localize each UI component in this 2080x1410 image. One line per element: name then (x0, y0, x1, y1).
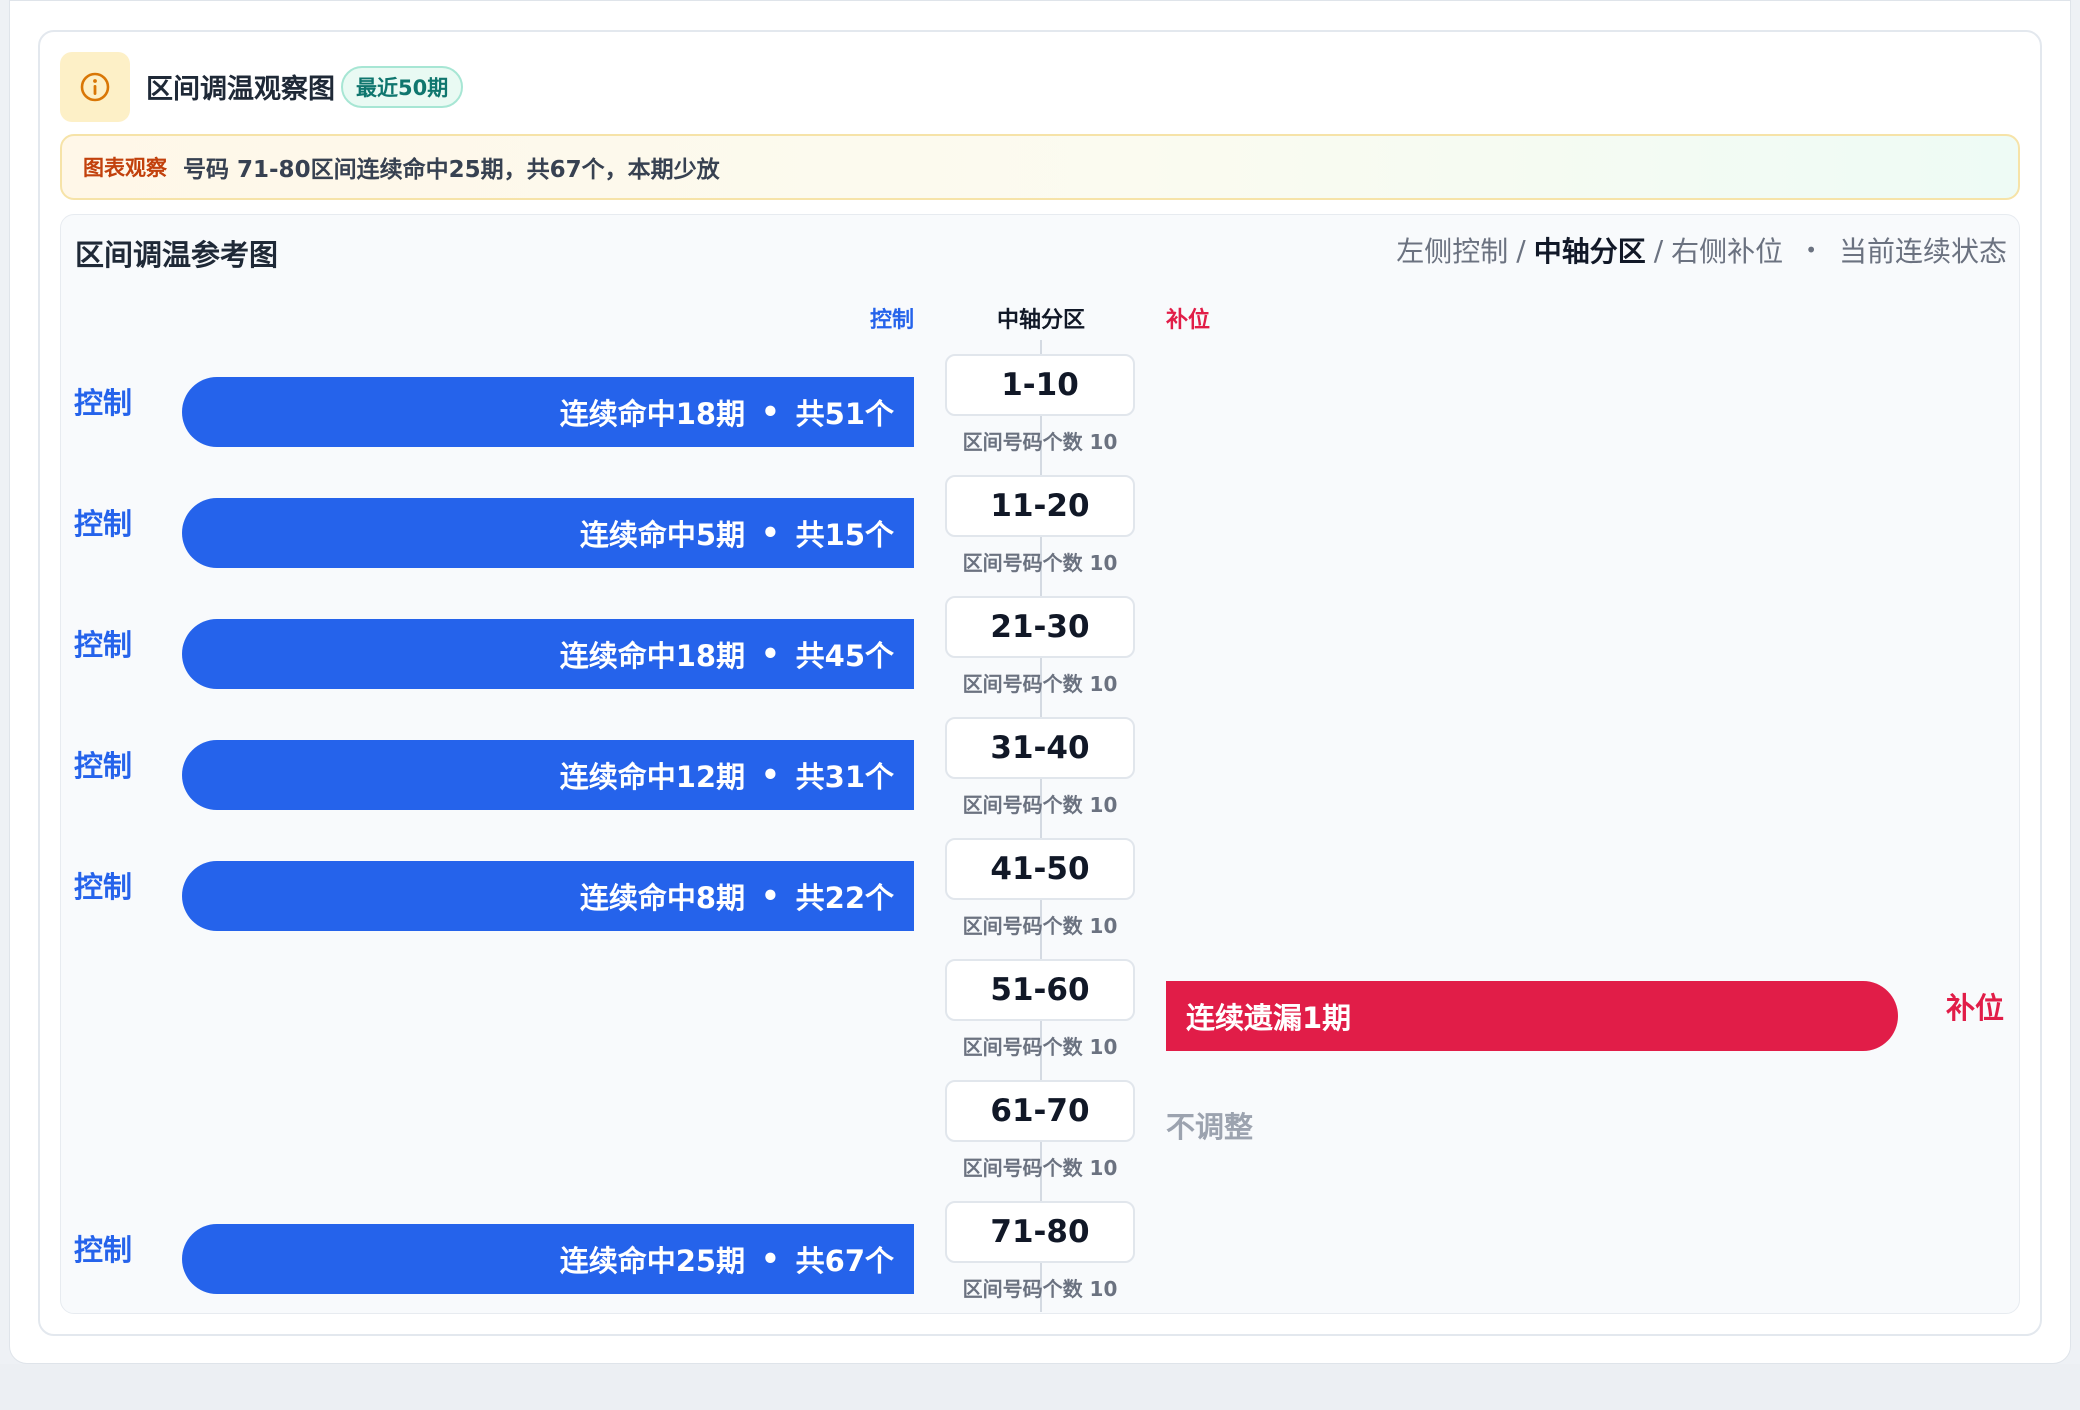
zone-range: 51-60 (945, 959, 1135, 1021)
streak-text: 连续命中18期 (559, 397, 746, 431)
zone-range: 41-50 (945, 838, 1135, 900)
total-text: 共15个 (795, 518, 894, 552)
zone-count: 区间号码个数 10 (962, 672, 1118, 696)
control-bar: 连续命中18期 • 共51个 (182, 377, 914, 447)
bar-dot: • (761, 1242, 780, 1276)
legend-separator: / (1516, 233, 1526, 267)
zone-range: 1-10 (945, 354, 1135, 416)
zone-range: 21-30 (945, 596, 1135, 658)
control-bar: 连续命中5期 • 共15个 (182, 498, 914, 568)
observation-label: 图表观察 (83, 156, 167, 180)
control-label: 控制 (74, 870, 133, 904)
zone-count: 区间号码个数 10 (962, 1277, 1118, 1301)
fill-label: 补位 (1946, 991, 2005, 1025)
panel-title: 区间调温参考图 (75, 238, 279, 272)
legend-dot: • (1805, 238, 1817, 262)
fill-bar: 连续遗漏1期 (1166, 981, 1898, 1051)
streak-text: 连续命中5期 (579, 518, 746, 552)
streak-text: 连续命中18期 (559, 639, 746, 673)
zone-range: 31-40 (945, 717, 1135, 779)
legend-separator: / (1653, 233, 1664, 267)
bar-dot: • (761, 637, 780, 671)
legend-right: 右侧补位 (1671, 235, 1784, 268)
period-badge: 最近50期 (341, 66, 464, 108)
zone-range: 61-70 (945, 1080, 1135, 1142)
control-label: 控制 (74, 386, 133, 420)
zone-row: 控制 连续命中12期 • 共31个 31-40 区间号码个数 10 (0, 703, 2080, 823)
total-text: 共45个 (795, 639, 894, 673)
zone-count: 区间号码个数 10 (962, 551, 1118, 575)
zone-count: 区间号码个数 10 (962, 430, 1118, 454)
miss-streak-text: 连续遗漏1期 (1186, 1001, 1352, 1035)
legend-center: 中轴分区 (1533, 235, 1646, 268)
streak-text: 连续命中8期 (579, 881, 746, 915)
zone-row: 控制 连续命中5期 • 共15个 11-20 区间号码个数 10 (0, 461, 2080, 581)
control-label: 控制 (74, 628, 133, 662)
zone-count: 区间号码个数 10 (962, 914, 1118, 938)
control-label: 控制 (74, 507, 133, 541)
zone-row: 控制 连续命中25期 • 共67个 71-80 区间号码个数 10 (0, 1187, 2080, 1307)
streak-text: 连续命中12期 (559, 760, 746, 794)
total-text: 共31个 (795, 760, 894, 794)
total-text: 共51个 (795, 397, 894, 431)
page-bottom-strip (0, 1364, 2080, 1410)
legend-left: 左侧控制 (1396, 235, 1509, 268)
zone-row: 51-60 区间号码个数 10 连续遗漏1期 补位 (0, 945, 2080, 1065)
no-adjust-label: 不调整 (1166, 1110, 1254, 1144)
streak-text: 连续命中25期 (559, 1244, 746, 1278)
control-bar: 连续命中18期 • 共45个 (182, 619, 914, 689)
bar-dot: • (761, 516, 780, 550)
zone-row: 控制 连续命中8期 • 共22个 41-50 区间号码个数 10 (0, 824, 2080, 944)
zone-range: 11-20 (945, 475, 1135, 537)
total-text: 共67个 (795, 1244, 894, 1278)
info-badge (60, 52, 130, 122)
column-header-fill: 补位 (1166, 308, 1211, 333)
zone-row: 控制 连续命中18期 • 共45个 21-30 区间号码个数 10 (0, 582, 2080, 702)
zone-count: 区间号码个数 10 (962, 1156, 1118, 1180)
control-bar: 连续命中12期 • 共31个 (182, 740, 914, 810)
zone-row: 控制 连续命中18期 • 共51个 1-10 区间号码个数 10 (0, 340, 2080, 460)
control-bar: 连续命中25期 • 共67个 (182, 1224, 914, 1294)
zone-range: 71-80 (945, 1201, 1135, 1263)
observation-banner: 图表观察 号码 71-80区间连续命中25期，共67个，本期少放 (60, 134, 2020, 200)
zone-count: 区间号码个数 10 (962, 1035, 1118, 1059)
bar-dot: • (761, 758, 780, 792)
legend-state: 当前连续状态 (1838, 235, 2007, 268)
control-bar: 连续命中8期 • 共22个 (182, 861, 914, 931)
zone-count: 区间号码个数 10 (962, 793, 1118, 817)
control-label: 控制 (74, 1233, 133, 1267)
bar-dot: • (761, 879, 780, 913)
bar-dot: • (761, 395, 780, 429)
control-label: 控制 (74, 749, 133, 783)
observation-text: 号码 71-80区间连续命中25期，共67个，本期少放 (183, 157, 720, 183)
chart-legend: 左侧控制 / 中轴分区 / 右侧补位 • 当前连续状态 (1396, 230, 2007, 270)
zone-row: 61-70 区间号码个数 10 不调整 (0, 1066, 2080, 1186)
page-title: 区间调温观察图 (146, 74, 335, 105)
column-header-control: 控制 (869, 308, 914, 333)
column-header-axis: 中轴分区 (997, 308, 1086, 333)
total-text: 共22个 (795, 881, 894, 915)
info-icon (80, 72, 110, 102)
